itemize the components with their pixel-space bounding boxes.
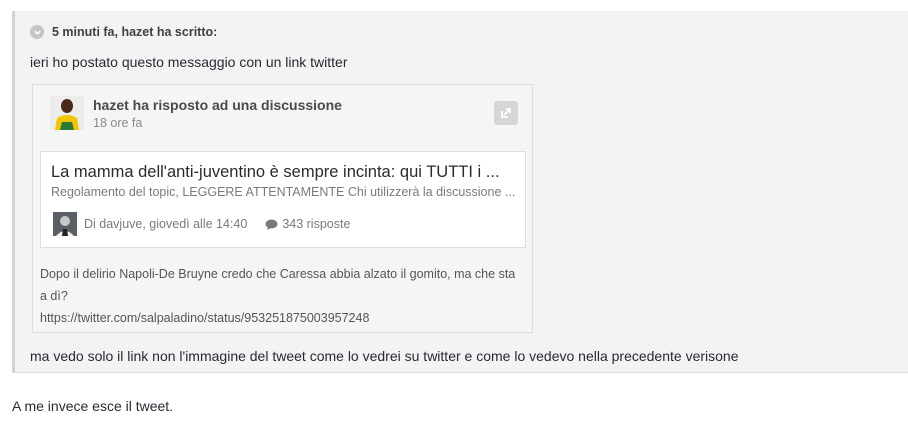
topic-card[interactable]: La mamma dell'anti-juventino è sempre in… [40,151,526,248]
author-avatar[interactable] [53,212,77,236]
topic-meta: Di davjuve, giovedì alle 14:40 343 rispo… [53,212,350,236]
embed-time: 18 ore fa [93,116,143,130]
embed-body-link[interactable]: https://twitter.com/salpaladino/status/9… [40,307,526,329]
topic-author-date: Di davjuve, giovedì alle 14:40 [84,217,248,231]
embed-body-line-2: a dì? [40,289,68,303]
reply-text: A me invece esce il tweet. [12,398,174,414]
embed-body: Dopo il delirio Napoli-De Bruyne credo c… [40,263,526,329]
quote-line-1: ieri ho postato questo messaggio con un … [30,54,348,70]
embed-body-line-1: Dopo il delirio Napoli-De Bruyne credo c… [40,267,516,281]
quote-line-2: ma vedo solo il link non l'immagine del … [30,348,739,364]
external-link-icon[interactable] [494,101,518,125]
chevron-down-icon[interactable] [30,25,44,39]
topic-title[interactable]: La mamma dell'anti-juventino è sempre in… [51,163,519,182]
citation-text: 5 minuti fa, hazet ha scritto: [52,25,218,39]
embed-title[interactable]: hazet ha risposto ad una discussione [93,97,342,113]
replies-label: 343 risposte [282,217,351,231]
topic-snippet: Regolamento del topic, LEGGERE ATTENTAME… [51,185,516,199]
quote-citation[interactable]: 5 minuti fa, hazet ha scritto: [30,23,217,41]
activity-embed[interactable]: hazet ha risposto ad una discussione 18 … [32,84,533,333]
replies-count: 343 risposte [265,217,350,231]
quote-block: 5 minuti fa, hazet ha scritto: ieri ho p… [12,11,908,373]
comment-icon [265,219,278,230]
avatar[interactable] [50,96,84,130]
